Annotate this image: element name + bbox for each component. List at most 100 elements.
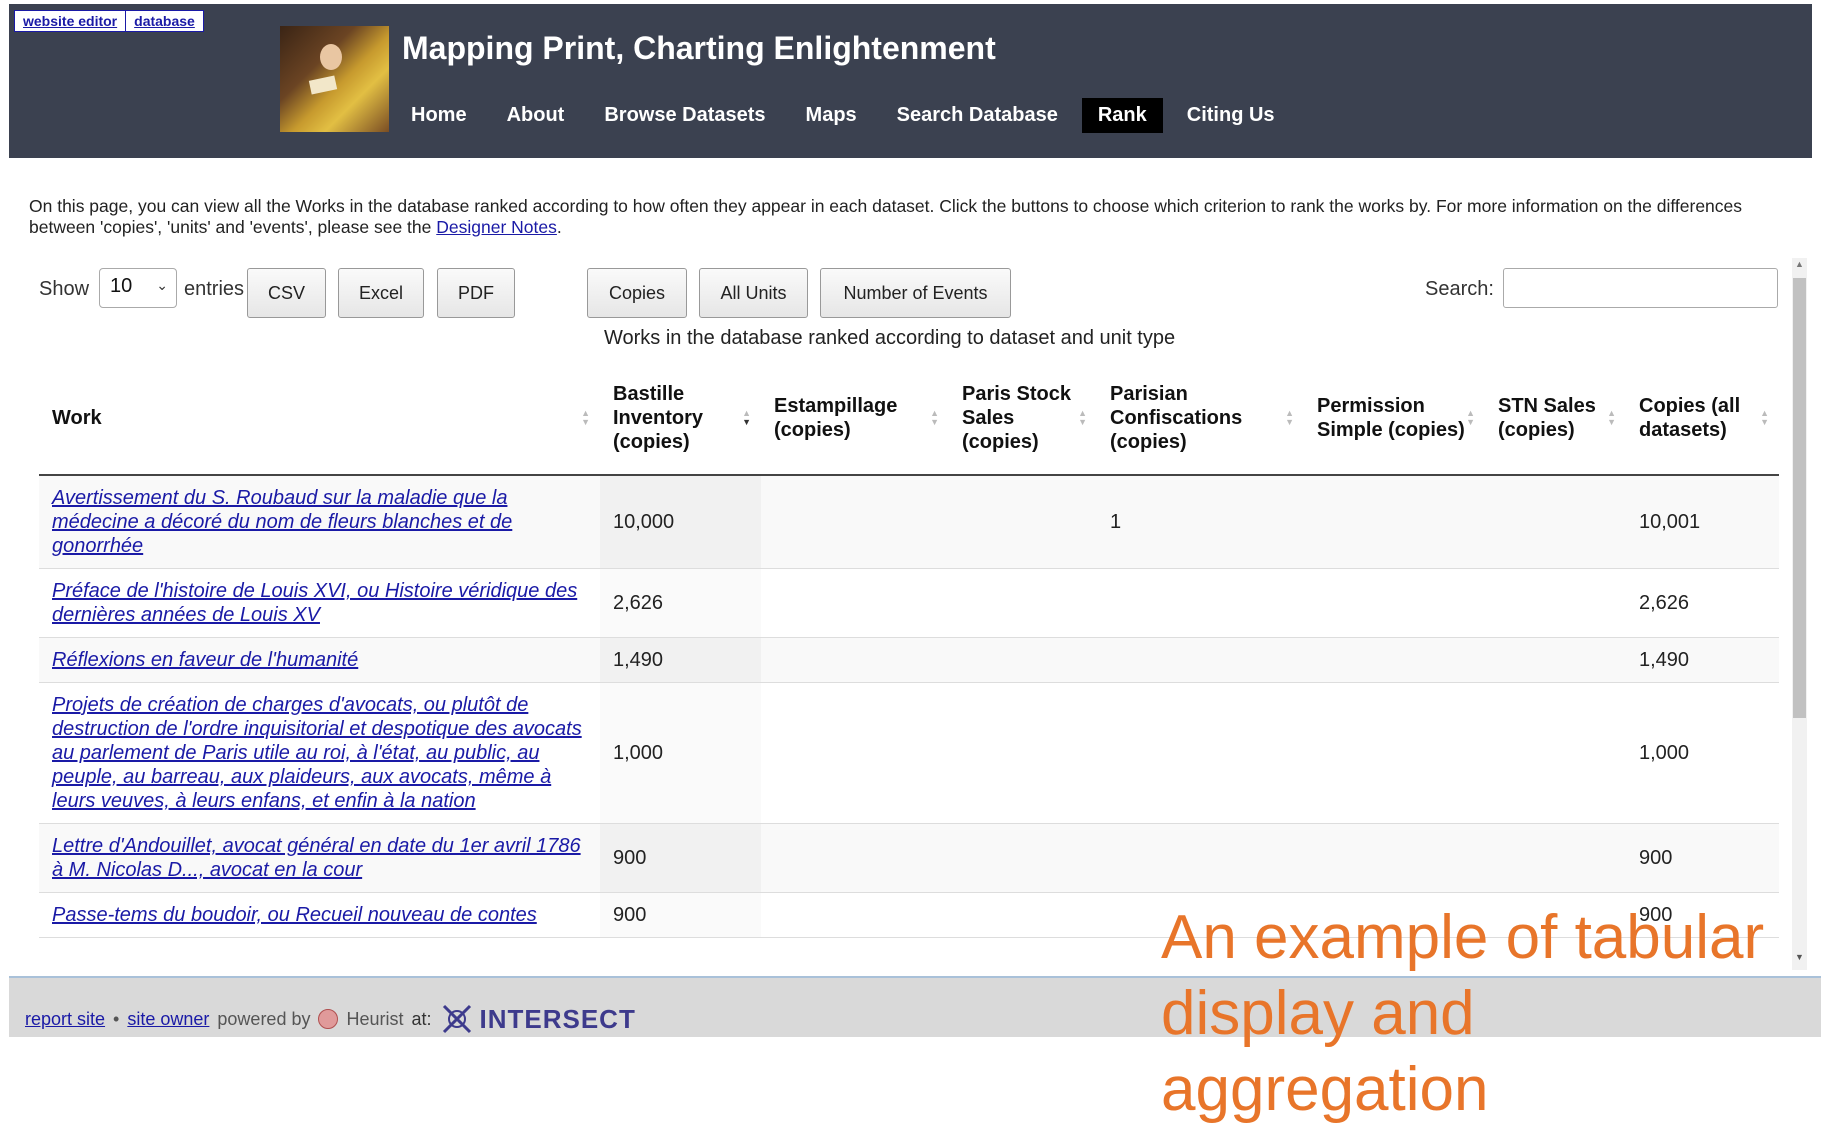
cell-total: 10,001	[1626, 475, 1779, 569]
cell-work: Lettre d'Andouillet, avocat général en d…	[39, 823, 600, 893]
sort-desc-icon: ▲ ▼	[742, 408, 751, 427]
cell-stn	[1485, 637, 1626, 683]
powered-by-label: powered by	[217, 1008, 311, 1029]
site-title: Mapping Print, Charting Enlightenment	[402, 30, 996, 66]
entries-value: 10	[110, 275, 133, 297]
col-permission[interactable]: Permission Simple (copies) ▲ ▼	[1304, 362, 1485, 476]
nav-browse-datasets[interactable]: Browse Datasets	[588, 98, 781, 133]
footer-separator: •	[113, 1008, 120, 1029]
work-link[interactable]: Avertissement du S. Roubaud sur la malad…	[52, 487, 512, 557]
cell-confiscations	[1097, 637, 1304, 683]
work-link[interactable]: Lettre d'Andouillet, avocat général en d…	[52, 835, 581, 881]
ranking-table: Work ▲ ▼ Bastille Inventory (copies) ▲ ▼ Est…	[39, 362, 1779, 938]
intersect-label: INTERSECT	[479, 1003, 636, 1034]
cell-estampillage	[761, 568, 949, 638]
work-link[interactable]: Projets de création de charges d'avocats…	[52, 694, 582, 812]
at-label: at:	[411, 1008, 432, 1029]
cell-stn	[1485, 823, 1626, 893]
csv-button[interactable]: CSV	[247, 268, 326, 318]
footer-row: report site • site owner powered by Heur…	[25, 1002, 636, 1036]
table-row: Préface de l'histoire de Louis XVI, ou H…	[39, 568, 1779, 638]
report-site-link[interactable]: report site	[25, 1009, 105, 1030]
work-link[interactable]: Réflexions en faveur de l'humanité	[52, 649, 358, 671]
col-work-label: Work	[52, 407, 102, 429]
show-label: Show	[39, 278, 90, 300]
website-editor-link[interactable]: website editor	[15, 11, 127, 31]
work-link[interactable]: Préface de l'histoire de Louis XVI, ou H…	[52, 580, 577, 626]
overlay-caption: An example of tabular display and aggreg…	[1161, 903, 1765, 1124]
sort-icon: ▲ ▼	[1607, 408, 1616, 427]
editor-links: website editor database	[14, 10, 204, 32]
table-row: Avertissement du S. Roubaud sur la malad…	[39, 475, 1779, 569]
sort-icon: ▲ ▼	[930, 408, 939, 427]
entries-select[interactable]: 10 ⌄	[99, 268, 177, 308]
copies-button[interactable]: Copies	[587, 268, 687, 318]
col-estampillage[interactable]: Estampillage (copies) ▲ ▼	[761, 362, 949, 476]
cell-paris-stock	[949, 823, 1097, 893]
cell-stn	[1485, 682, 1626, 824]
scrollbar-thumb[interactable]	[1793, 278, 1806, 718]
cell-total: 1,490	[1626, 637, 1779, 683]
heurist-label[interactable]: Heurist	[346, 1009, 403, 1030]
chevron-down-icon: ⌄	[156, 277, 168, 293]
cell-permission	[1304, 568, 1485, 638]
search-label: Search:	[1425, 278, 1494, 300]
col-bastille-label: Bastille Inventory (copies)	[613, 383, 704, 453]
ranking-table-container: Work ▲ ▼ Bastille Inventory (copies) ▲ ▼ Est…	[39, 362, 1779, 970]
sort-icon: ▲ ▼	[1760, 408, 1769, 427]
intro-text: On this page, you can view all the Works…	[29, 196, 1779, 238]
cell-work: Avertissement du S. Roubaud sur la malad…	[39, 475, 600, 569]
table-row: Réflexions en faveur de l'humanité 1,490…	[39, 637, 1779, 683]
cell-bastille: 10,000	[600, 475, 761, 569]
heurist-globe-icon	[318, 1009, 339, 1029]
pdf-button[interactable]: PDF	[437, 268, 515, 318]
cell-work: Préface de l'histoire de Louis XVI, ou H…	[39, 568, 600, 638]
col-total[interactable]: Copies (all datasets) ▲ ▼	[1626, 362, 1779, 476]
cell-bastille: 2,626	[600, 568, 761, 638]
cell-total: 2,626	[1626, 568, 1779, 638]
entries-label: entries	[184, 278, 245, 300]
database-link[interactable]: database	[126, 11, 203, 31]
all-units-button[interactable]: All Units	[699, 268, 808, 318]
table-row: Lettre d'Andouillet, avocat général en d…	[39, 823, 1779, 893]
nav-maps[interactable]: Maps	[790, 98, 873, 133]
col-paris-stock[interactable]: Paris Stock Sales (copies) ▲ ▼	[949, 362, 1097, 476]
intro-end: .	[556, 217, 562, 237]
excel-button[interactable]: Excel	[338, 268, 424, 318]
col-estampillage-label: Estampillage (copies)	[774, 395, 898, 441]
search-input[interactable]	[1503, 268, 1778, 308]
nav-about[interactable]: About	[491, 98, 581, 133]
cell-permission	[1304, 475, 1485, 569]
col-confiscations[interactable]: Parisian Confiscations (copies) ▲ ▼	[1097, 362, 1304, 476]
col-permission-label: Permission Simple (copies)	[1317, 395, 1465, 441]
nav-rank[interactable]: Rank	[1081, 98, 1163, 133]
scroll-up-icon[interactable]: ▲	[1792, 259, 1807, 275]
cell-permission	[1304, 637, 1485, 683]
cell-estampillage	[761, 637, 949, 683]
logo-book	[308, 75, 338, 95]
col-paris-stock-label: Paris Stock Sales (copies)	[962, 383, 1071, 453]
main-nav: Home About Browse Datasets Maps Search D…	[395, 98, 1291, 133]
intersect-logo[interactable]: INTERSECT	[440, 1002, 636, 1036]
site-owner-link[interactable]: site owner	[127, 1009, 209, 1030]
work-link[interactable]: Passe-tems du boudoir, ou Recueil nouvea…	[52, 904, 537, 926]
cell-work: Projets de création de charges d'avocats…	[39, 682, 600, 824]
nav-citing-us[interactable]: Citing Us	[1171, 98, 1291, 133]
nav-search-database[interactable]: Search Database	[881, 98, 1074, 133]
number-of-events-button[interactable]: Number of Events	[820, 268, 1011, 318]
cell-paris-stock	[949, 892, 1097, 938]
col-bastille[interactable]: Bastille Inventory (copies) ▲ ▼	[600, 362, 761, 476]
col-stn[interactable]: STN Sales (copies) ▲ ▼	[1485, 362, 1626, 476]
site-logo[interactable]	[280, 26, 389, 132]
cell-work: Réflexions en faveur de l'humanité	[39, 637, 600, 683]
cell-total: 1,000	[1626, 682, 1779, 824]
sort-icon: ▲ ▼	[1466, 408, 1475, 427]
nav-home[interactable]: Home	[395, 98, 483, 133]
table-header-row: Work ▲ ▼ Bastille Inventory (copies) ▲ ▼ Est…	[39, 362, 1779, 476]
designer-notes-link[interactable]: Designer Notes	[436, 217, 557, 237]
cell-bastille: 900	[600, 892, 761, 938]
col-stn-label: STN Sales (copies)	[1498, 395, 1596, 441]
sort-icon: ▲ ▼	[581, 408, 590, 427]
cell-work: Passe-tems du boudoir, ou Recueil nouvea…	[39, 892, 600, 938]
col-work[interactable]: Work ▲ ▼	[39, 362, 600, 476]
